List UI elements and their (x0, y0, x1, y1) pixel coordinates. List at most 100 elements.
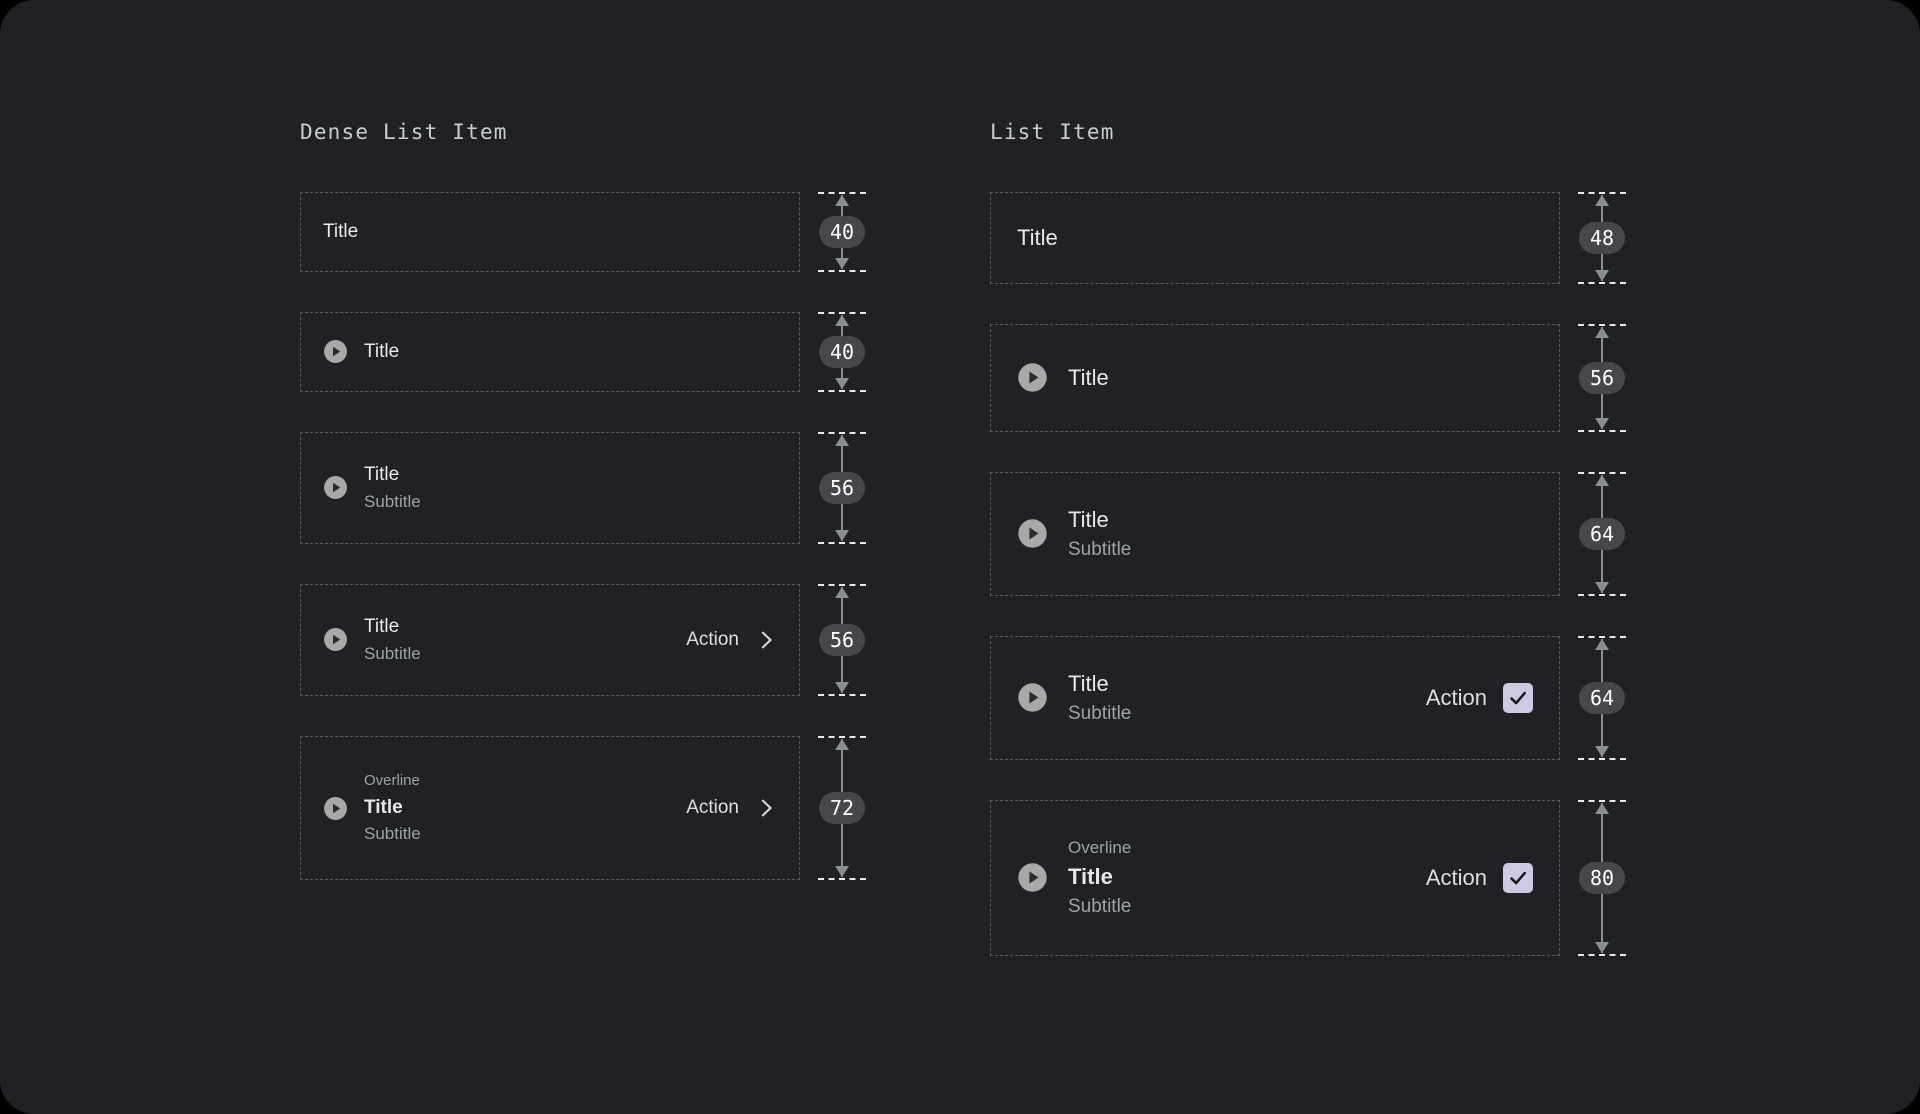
gauge-arrow-up (1595, 803, 1609, 814)
gauge-cap-bottom (818, 542, 866, 544)
check-icon (1510, 871, 1526, 885)
list-item-text: Overline Title Subtitle (1068, 834, 1426, 922)
leading-icon-wrapper[interactable] (323, 796, 348, 821)
spec-row: Overline Title Subtitle Action 80 (990, 800, 1626, 956)
list-item[interactable]: Title (300, 192, 800, 272)
list-item[interactable]: Title (990, 324, 1560, 432)
list-item[interactable]: Title (300, 312, 800, 392)
list-item[interactable]: Title Subtitle Action (300, 584, 800, 696)
list-item-title: Title (364, 341, 400, 363)
list-item-text: Overline Title Subtitle (364, 769, 686, 846)
measurement-gauge: 80 (1578, 800, 1626, 956)
gauge-arrow-down (835, 530, 849, 541)
measurement-badge: 64 (1578, 518, 1626, 550)
gauge-cap-top (818, 432, 866, 434)
list-item-trailing: Action (686, 797, 777, 819)
list-item-content: Title Subtitle Action (1017, 668, 1533, 728)
gauge-cap-bottom (1578, 758, 1626, 760)
leading-icon-wrapper[interactable] (1017, 518, 1048, 549)
list-item-subtitle: Subtitle (1068, 702, 1132, 724)
play-circle-icon (324, 340, 347, 364)
spec-row: Title Subtitle 64 (990, 472, 1626, 596)
gauge-arrow-down (835, 258, 849, 269)
list-item-title: Title (364, 464, 400, 486)
gauge-cap-top (818, 312, 866, 314)
list-item-trailing: Action (1426, 862, 1533, 893)
list-item[interactable]: Title (990, 192, 1560, 284)
leading-icon-wrapper[interactable] (1017, 862, 1048, 893)
checkbox-checked-icon[interactable] (1503, 682, 1533, 713)
spec-row: Title Subtitle Action 56 (300, 584, 866, 696)
list-item-title: Title (1068, 864, 1113, 890)
list-item-trailing: Action (1426, 682, 1533, 713)
list-item-content: Title (1017, 222, 1533, 254)
leading-icon-wrapper[interactable] (323, 475, 348, 500)
play-circle-icon (324, 476, 347, 500)
measurement-gauge: 40 (818, 312, 866, 392)
list-item-title: Title (1017, 225, 1058, 251)
gauge-arrow-down (1595, 582, 1609, 593)
gauge-arrow-down (1595, 942, 1609, 953)
list-item-text: Title (364, 338, 777, 366)
gauge-cap-bottom (818, 694, 866, 696)
checkbox-checked-icon[interactable] (1503, 862, 1533, 893)
list-item-text: Title Subtitle (1068, 668, 1426, 728)
list-item-title: Title (1068, 365, 1109, 391)
list-item-subtitle: Subtitle (364, 644, 421, 664)
gauge-arrow-down (835, 378, 849, 389)
list-item-content: Title (1017, 362, 1533, 394)
play-circle-icon (1018, 863, 1047, 893)
measurement-badge: 40 (818, 336, 866, 368)
leading-icon-wrapper[interactable] (1017, 362, 1048, 393)
leading-icon-wrapper[interactable] (323, 339, 348, 364)
list-item-text: Title (1017, 222, 1533, 254)
chevron-right-icon[interactable] (755, 629, 777, 651)
list-item-content: Title Subtitle (323, 461, 777, 514)
action-label[interactable]: Action (686, 797, 739, 819)
gauge-cap-bottom (1578, 594, 1626, 596)
gauge-cap-bottom (1578, 282, 1626, 284)
list-item-content: Title Subtitle Action (323, 613, 777, 666)
list-item[interactable]: Title Subtitle (300, 432, 800, 544)
gauge-arrow-down (1595, 746, 1609, 757)
list-item-content: Title Subtitle (1017, 504, 1533, 564)
list-item-content: Title (323, 338, 777, 366)
gauge-cap-top (1578, 472, 1626, 474)
measurement-badge: 56 (1578, 362, 1626, 394)
chevron-right-icon[interactable] (755, 797, 777, 819)
measurement-badge: 80 (1578, 862, 1626, 894)
list-item-trailing: Action (686, 629, 777, 651)
column-heading: Dense List Item (300, 120, 508, 144)
gauge-arrow-up (1595, 639, 1609, 650)
list-item[interactable]: Overline Title Subtitle Action (990, 800, 1560, 956)
gauge-arrow-down (1595, 270, 1609, 281)
gauge-cap-top (1578, 800, 1626, 802)
gauge-arrow-down (1595, 418, 1609, 429)
list-item-content: Overline Title Subtitle Action (323, 769, 777, 846)
gauge-cap-top (818, 736, 866, 738)
list-item-text: Title Subtitle (364, 613, 686, 666)
gauge-cap-top (1578, 636, 1626, 638)
action-label[interactable]: Action (686, 629, 739, 651)
column-dense: Dense List Item Title 40 Title 40 Title Subtit… (300, 120, 866, 920)
list-item-title: Title (364, 796, 403, 818)
gauge-arrow-up (1595, 475, 1609, 486)
play-circle-icon (1018, 363, 1047, 393)
gauge-arrow-up (835, 587, 849, 598)
action-label[interactable]: Action (1426, 865, 1487, 891)
gauge-cap-bottom (818, 878, 866, 880)
list-item-subtitle: Subtitle (1068, 896, 1132, 918)
list-item-overline: Overline (1068, 838, 1132, 858)
measurement-badge: 56 (818, 472, 866, 504)
list-item[interactable]: Overline Title Subtitle Action (300, 736, 800, 880)
design-spec-card: Dense List Item Title 40 Title 40 Title Subtit… (0, 0, 1920, 1114)
action-label[interactable]: Action (1426, 685, 1487, 711)
column-heading: List Item (990, 120, 1115, 144)
list-item-subtitle: Subtitle (364, 492, 421, 512)
leading-icon-wrapper[interactable] (1017, 682, 1048, 713)
list-item-title: Title (1068, 670, 1109, 696)
list-item[interactable]: Title Subtitle (990, 472, 1560, 596)
gauge-cap-bottom (818, 270, 866, 272)
leading-icon-wrapper[interactable] (323, 627, 348, 652)
list-item[interactable]: Title Subtitle Action (990, 636, 1560, 760)
